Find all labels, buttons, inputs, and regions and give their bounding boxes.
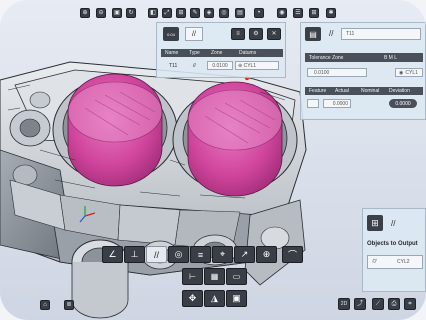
col-nominal: Nominal — [361, 88, 380, 94]
tolerance-zone-label: Tolerance Zone — [309, 54, 344, 61]
angle-icon[interactable]: ∠ — [102, 246, 123, 263]
zoom-all-icon[interactable]: ⊞ — [176, 8, 186, 18]
position-icon[interactable]: ⌖ — [212, 246, 233, 263]
datum-field[interactable]: ◉ CYL1 — [395, 68, 423, 77]
result-table-header: Feature Actual Nominal Deviation — [305, 87, 423, 95]
panel-delete-icon[interactable]: ✕ — [267, 28, 281, 40]
characteristic-table-header: Name Type Zone Datums — [161, 49, 283, 57]
cylinder-icon: ⌭ — [372, 258, 378, 265]
datum-icon[interactable]: ▦ — [204, 268, 225, 285]
image-icon[interactable]: ▤ — [235, 8, 245, 18]
move-icon[interactable]: ✥ — [182, 290, 203, 307]
tolerance-zone-value: 0.0100 — [314, 69, 330, 76]
refresh-icon[interactable]: ↻ — [126, 8, 136, 18]
symmetry-icon[interactable]: ≡ — [190, 246, 211, 263]
row-datums[interactable]: ⊕ CYL1 — [235, 61, 279, 70]
layers-icon[interactable]: ≣ — [64, 300, 74, 310]
ruler-icon[interactable]: ⟋ — [372, 298, 384, 310]
table-row[interactable]: T11 // 0.0100 ⊕ CYL1 — [161, 61, 283, 71]
target-icon[interactable]: ◎ — [219, 8, 229, 18]
wrench-icon[interactable]: ✱ — [326, 8, 336, 18]
characteristic-panel: 0.04 // ≡ ⚙ ✕ Name Type Zone Datums T11 … — [156, 22, 286, 78]
export-icon[interactable]: ⤴ — [354, 298, 366, 310]
print-icon[interactable]: ⎙ — [388, 298, 400, 310]
objects-output-panel: ⊞ // Objects to Output ⌭ CYL2 — [362, 208, 426, 292]
datum-icon: ◉ — [399, 69, 404, 76]
col-actual: Actual — [335, 88, 349, 94]
top-toolbar: ⊕ ⊖ ▣ ↻ ◧ ⤢ ⊞ ✎ ◈ ◎ ▤ • ◉ ☰ ⊞ ✱ — [78, 6, 338, 20]
flag-symbol: // — [192, 30, 196, 38]
axis-icon[interactable]: ⊢ — [182, 268, 203, 285]
result-actual: 0.0000 — [323, 99, 351, 108]
camera-icon[interactable]: ▣ — [226, 290, 247, 307]
row-name: T11 — [169, 63, 178, 69]
panel-settings-icon[interactable]: ⚙ — [249, 28, 263, 40]
record-icon[interactable]: ◉ — [277, 8, 287, 18]
concentric-icon[interactable]: ◎ — [168, 246, 189, 263]
col-name: Name — [165, 50, 179, 56]
perpendicular-icon[interactable]: ⊥ — [124, 246, 145, 263]
col-type: Type — [189, 50, 200, 56]
result-row[interactable]: 0.0000 0.0000 — [305, 99, 423, 109]
col-datums: Datums — [239, 50, 257, 56]
col-feature: Feature — [309, 88, 327, 94]
tolerance-zone-unit: B M L — [383, 54, 397, 61]
tolerance-name-value: T11 — [346, 31, 355, 37]
tolerance-type-icon[interactable]: ▤ — [305, 27, 321, 41]
zoom-icon[interactable]: ⊕ — [80, 8, 90, 18]
output-symbol: // — [391, 219, 396, 228]
dot-icon[interactable]: • — [254, 8, 264, 18]
cube-icon[interactable]: ◧ — [148, 8, 158, 18]
parallel-icon[interactable]: // — [146, 246, 167, 263]
grid-icon[interactable]: ⊞ — [309, 8, 319, 18]
arc-icon[interactable]: ⌒ — [282, 246, 303, 263]
measure-icon[interactable]: ✎ — [190, 8, 200, 18]
characteristic-type-label: 0.04 — [167, 31, 175, 37]
objects-output-title: Objects to Output — [367, 241, 418, 247]
result-nominal: 0.0000 — [389, 99, 417, 108]
tolerance-symbol: // — [329, 29, 334, 38]
row-zone[interactable]: 0.0100 — [207, 61, 233, 70]
col-deviation: Deviation — [389, 88, 410, 94]
tolerance-zone-field[interactable]: 0.0100 — [307, 68, 367, 77]
tolerance-name-field[interactable]: T11 — [341, 28, 421, 40]
characteristic-type-icon[interactable]: 0.04 — [163, 27, 179, 41]
col-zone: Zone — [211, 50, 223, 56]
output-item-label: CYL2 — [397, 259, 410, 265]
row-type: // — [193, 63, 196, 69]
3d-viewport[interactable]: ⊕ ⊖ ▣ ↻ ◧ ⤢ ⊞ ✎ ◈ ◎ ▤ • ◉ ☰ ⊞ ✱ 0.04 // … — [0, 0, 426, 320]
result-feature[interactable] — [307, 99, 319, 108]
circular-runout-icon[interactable]: ↗ — [234, 246, 255, 263]
section-icon[interactable]: ◈ — [204, 8, 214, 18]
home-icon[interactable]: ⌂ — [40, 300, 50, 310]
view-icon[interactable]: ▣ — [112, 8, 122, 18]
tolerance-zone-header: Tolerance Zone B M L — [305, 53, 423, 62]
output-item-cyl2[interactable]: ⌭ CYL2 — [367, 255, 423, 269]
bottom-toolbar: ∠ ⊥ // ◎ ≡ ⌖ ↗ ⊕ ⌒ ⊢ ▦ ▭ ✥ ◮ ▣ — [100, 246, 330, 320]
fit-icon[interactable]: ⤢ — [162, 8, 172, 18]
flag-symbol-box[interactable]: // — [185, 27, 203, 41]
list-icon[interactable]: ☰ — [293, 8, 303, 18]
measure-tool-icon[interactable]: ◮ — [204, 290, 225, 307]
total-runout-icon[interactable]: ⊕ — [256, 246, 277, 263]
graph-icon[interactable]: ⌗ — [404, 298, 416, 310]
datum-label: CYL1 — [405, 69, 418, 76]
tolerance-panel: ▤ // T11 Tolerance Zone B M L 0.0100 ◉ C… — [300, 22, 426, 120]
frame-icon[interactable]: ▭ — [226, 268, 247, 285]
stack-icon[interactable]: ≡ — [231, 28, 245, 40]
mode-2d-button[interactable]: 2D — [338, 298, 350, 310]
mode-2d-label: 2D — [340, 300, 348, 307]
output-type-icon[interactable]: ⊞ — [367, 215, 383, 231]
zoom-area-icon[interactable]: ⊖ — [96, 8, 106, 18]
